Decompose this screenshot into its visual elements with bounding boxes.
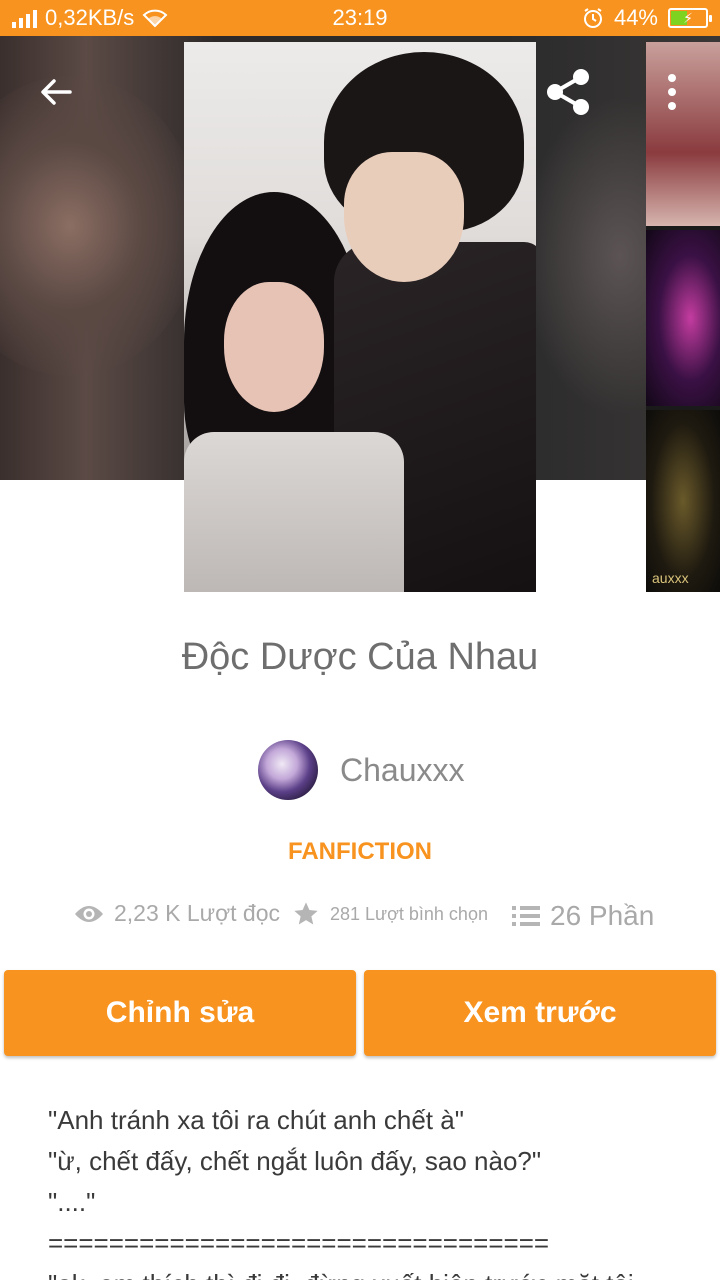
author-row[interactable]: Chauxxx (258, 740, 465, 800)
more-vertical-icon (668, 74, 676, 110)
cover-thumbnail[interactable]: auxxx (646, 410, 720, 592)
eye-icon (75, 905, 103, 922)
alarm-icon (583, 8, 602, 28)
more-options-button[interactable] (644, 64, 700, 120)
other-covers[interactable]: auxxx (646, 42, 720, 592)
story-title: Độc Dược Của Nhau (181, 636, 539, 678)
status-bar: 0,32KB/s 23:19 44% ⚡ (0, 0, 720, 36)
star-icon (294, 902, 318, 925)
author-name[interactable]: Chauxxx (340, 752, 465, 789)
story-cover-image[interactable] (184, 42, 536, 592)
battery-percent: 44% (613, 5, 658, 30)
category-tag[interactable]: FANFICTION (0, 838, 720, 866)
description-line: "ừ, chết đấy, chết ngắt luôn đấy, sao nà… (48, 1146, 542, 1176)
arrow-left-icon (41, 79, 72, 105)
reads-stat: 2,23 K Lượt đọc (74, 900, 280, 927)
parts-stat: 26 Phần (512, 900, 654, 932)
battery-icon: ⚡ (668, 8, 712, 28)
description-line: "ok, em thích thì đi đi, đừng xuất hiện … (48, 1264, 688, 1280)
share-icon (547, 69, 589, 115)
description-line: "...." (48, 1187, 96, 1217)
list-icon (512, 906, 540, 926)
description-line: ================================= (48, 1228, 550, 1258)
story-description: "Anh tránh xa tôi ra chút anh chết à" "ừ… (48, 1100, 688, 1280)
votes-count: 281 Lượt bình chọn (330, 903, 488, 924)
avatar[interactable] (258, 740, 318, 800)
thumbnail-caption: auxxx (652, 570, 689, 586)
preview-button[interactable]: Xem trước (364, 970, 716, 1056)
reads-count: 2,23 K Lượt đọc (114, 900, 281, 926)
edit-button[interactable]: Chỉnh sửa (4, 970, 356, 1056)
back-button[interactable] (28, 64, 84, 120)
cover-thumbnail[interactable] (646, 230, 720, 406)
story-stats: 2,23 K Lượt đọc 281 Lượt bình chọn 26 Ph… (0, 900, 720, 940)
votes-stat: 281 Lượt bình chọn (292, 900, 488, 928)
share-button[interactable] (540, 64, 596, 120)
parts-count: 26 Phần (550, 900, 655, 931)
description-line: "Anh tránh xa tôi ra chút anh chết à" (48, 1105, 464, 1135)
